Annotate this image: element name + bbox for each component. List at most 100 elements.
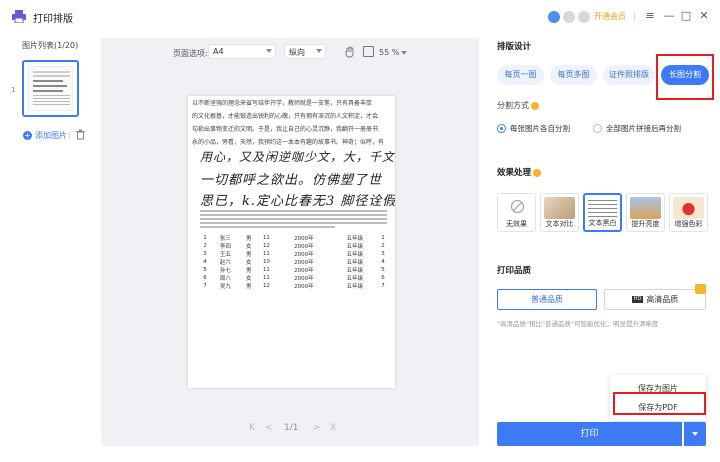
image-list-title: 图片列表(1/20) xyxy=(22,41,79,50)
first-page-button[interactable]: K xyxy=(249,423,255,433)
effect-brighten[interactable]: 提升亮度 xyxy=(626,193,665,232)
table-cell: 孙七 xyxy=(219,268,231,274)
document-text-line: 的文化根基，才能锻造出锐利的心魄，只有拥有深沉的人文积淀，才会 xyxy=(192,113,379,120)
thumbnail-item[interactable] xyxy=(22,60,79,117)
chevron-down-icon xyxy=(266,49,272,53)
table-cell: 李四 xyxy=(219,244,231,250)
mode-multi-per-page[interactable]: 每页多图 xyxy=(550,65,597,85)
effect-thumbnail xyxy=(673,197,704,219)
add-image-label: 添加图片 xyxy=(35,131,67,140)
paper-size-select[interactable]: A4 xyxy=(208,44,276,59)
table-cell: 五年级 xyxy=(346,252,363,258)
table-cell: 10 xyxy=(262,259,270,265)
hand-icon[interactable] xyxy=(344,46,356,58)
table-cell: 五年级 xyxy=(346,236,363,242)
document-small-text xyxy=(200,226,335,228)
document-small-text xyxy=(200,218,387,220)
table-cell: 女 xyxy=(246,276,252,282)
print-button[interactable]: 打印 xyxy=(497,422,682,446)
no-effect-icon xyxy=(510,199,525,214)
highlight-box xyxy=(613,392,706,415)
last-page-button[interactable]: X xyxy=(330,423,336,433)
thumbnail-index: 1 xyxy=(11,86,16,94)
orientation-select[interactable]: 纵向 xyxy=(284,44,326,59)
info-icon xyxy=(533,168,542,177)
effect-label: 无效果 xyxy=(506,220,527,228)
table-cell: 3 xyxy=(381,251,385,257)
prev-page-button[interactable]: < xyxy=(265,423,273,433)
document-small-text xyxy=(200,210,387,212)
mode-one-per-page[interactable]: 每页一图 xyxy=(497,65,544,85)
printer-icon xyxy=(12,10,26,23)
vip-link[interactable]: 开通会员 xyxy=(594,11,626,22)
next-page-button[interactable]: > xyxy=(313,423,321,433)
effect-enhance-color[interactable]: 增强色彩 xyxy=(669,193,708,232)
maximize-button[interactable]: □ xyxy=(679,9,693,23)
table-cell: 11 xyxy=(262,235,270,241)
divider xyxy=(69,131,70,140)
table-cell: 6 xyxy=(203,275,207,281)
effect-title: 效果处理 xyxy=(497,166,542,178)
table-cell: 赵六 xyxy=(219,260,231,266)
table-cell: 五年级 xyxy=(346,244,363,250)
split-merged-option[interactable]: 全部图片拼接后再分割 xyxy=(593,123,681,134)
document-small-text xyxy=(200,214,387,216)
table-row: 7 吴九 男 12 2000年 五年级 7 xyxy=(200,282,388,290)
table-cell: 11 xyxy=(262,251,270,257)
table-cell: 2000年 xyxy=(294,236,314,242)
page-preview: 以不断坚强的理念来省写结伴开学，教师就是一支笔，只有具备丰厚 的文化根基，才能锻… xyxy=(188,96,395,388)
app-title: 打印排版 xyxy=(33,14,73,25)
level-badge-icon xyxy=(578,11,590,23)
handwriting-line: 一切都呼之欲出。仿佛塑了世 xyxy=(200,173,383,188)
table-cell: 王五 xyxy=(219,252,231,258)
hd-tag: HD xyxy=(631,296,644,303)
table-cell: 周八 xyxy=(219,276,231,282)
fit-page-icon[interactable] xyxy=(363,46,374,57)
table-cell: 4 xyxy=(381,259,385,265)
document-small-text xyxy=(200,222,387,224)
effect-thumbnail xyxy=(630,197,661,219)
effect-title-text: 效果处理 xyxy=(497,168,532,178)
table-cell: 2 xyxy=(203,243,207,249)
effect-text-contrast[interactable]: 文本对比 xyxy=(540,193,579,232)
zoom-level[interactable]: 55 % xyxy=(379,48,399,57)
trash-icon[interactable] xyxy=(75,129,86,140)
table-cell: 11 xyxy=(262,267,270,273)
table-cell: 7 xyxy=(203,283,207,289)
chevron-down-icon[interactable] xyxy=(401,51,407,55)
preview-toolbar: 页面选项: A4 纵向 55 % xyxy=(101,38,479,66)
table-cell: 吴九 xyxy=(219,284,231,290)
quality-hd[interactable]: HD 高清品质 xyxy=(604,284,706,310)
table-cell: 1 xyxy=(203,235,207,241)
table-cell: 五年级 xyxy=(346,284,363,290)
quality-normal[interactable]: 普通品质 xyxy=(497,289,597,310)
chevron-down-icon xyxy=(692,432,698,436)
page-option-label: 页面选项: xyxy=(173,49,208,58)
table-cell: 五年级 xyxy=(346,268,363,274)
effect-thumbnail xyxy=(544,197,575,219)
radio-unchecked xyxy=(593,124,602,133)
table-cell: 4 xyxy=(203,259,207,265)
split-method-text: 分割方式 xyxy=(497,101,529,110)
effect-label: 文本黑白 xyxy=(588,219,617,227)
effect-label: 增强色彩 xyxy=(674,220,703,228)
split-each-option[interactable]: 每张图片各自分割 xyxy=(497,123,570,134)
document-text-line: 以不断坚强的理念来省写结伴开学，教师就是一支笔，只有具备丰厚 xyxy=(192,100,373,107)
effect-none[interactable]: 无效果 xyxy=(497,193,536,232)
table-cell: 2000年 xyxy=(294,268,314,274)
effect-text-bw[interactable]: 文本黑白 xyxy=(583,193,622,232)
menu-icon[interactable]: ≡ xyxy=(643,9,657,23)
table-cell: 五年级 xyxy=(346,276,363,282)
split-method-label: 分割方式 xyxy=(497,100,539,111)
mode-id-photo[interactable]: 证件照排版 xyxy=(603,65,655,85)
user-avatar[interactable] xyxy=(548,11,560,23)
print-options-dropdown[interactable] xyxy=(684,422,706,446)
thumbnail-image xyxy=(28,66,73,111)
minimize-button[interactable]: — xyxy=(662,9,676,23)
table-cell: 12 xyxy=(262,243,270,249)
table-row: 3 王五 男 11 2000年 五年级 3 xyxy=(200,250,388,258)
table-cell: 7 xyxy=(381,283,385,289)
add-image-button[interactable]: + 添加图片 xyxy=(23,130,67,141)
handwriting-line: 思已，k.定心比春无3 脚径诠假 xyxy=(200,194,395,209)
close-button[interactable]: ✕ xyxy=(697,9,711,23)
